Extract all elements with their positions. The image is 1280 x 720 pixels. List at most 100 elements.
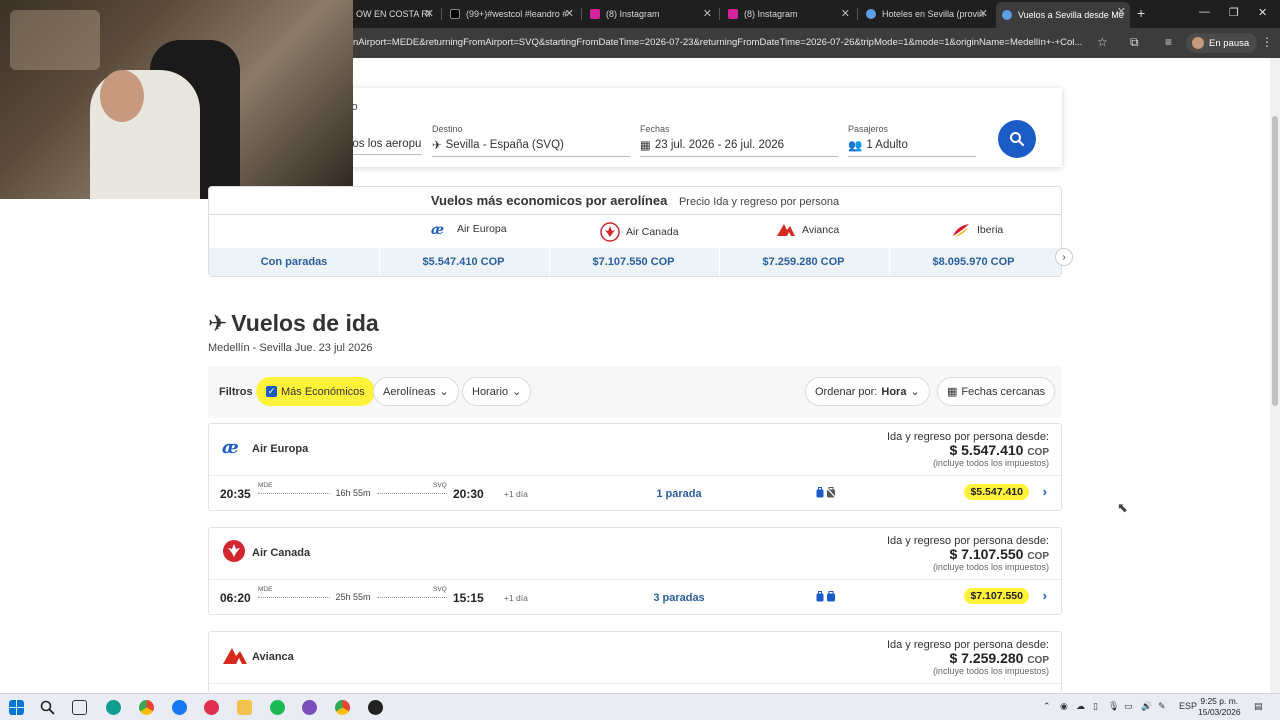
media-icon[interactable]: ≡ [1165, 35, 1172, 49]
microphone-icon[interactable]: 🎙 [1108, 701, 1119, 712]
filters-label: Filtros [219, 386, 253, 398]
extensions-icon[interactable]: ⧉ [1130, 35, 1139, 50]
passengers-input[interactable]: 👥 1 Adulto [848, 138, 976, 157]
svg-text:æ: æ [431, 222, 444, 236]
airline-name: Iberia [977, 224, 1004, 236]
volume-icon[interactable]: 🔊 [1141, 701, 1152, 712]
browser-tab-0[interactable]: OW EN COSTA RI ✕ [350, 4, 438, 24]
price-badge[interactable]: $7.107.550 [964, 588, 1029, 604]
close-icon[interactable]: ✕ [565, 7, 574, 20]
taxes-note: (incluye todos los impuestos) [932, 562, 1049, 572]
scrollbar-thumb[interactable] [1272, 116, 1278, 406]
airline-name: Air Canada [252, 547, 311, 559]
browser-tab-active[interactable]: Vuelos a Sevilla desde Me ✕ [996, 2, 1130, 28]
tab-label: (99+)#westcol #leandro # [466, 9, 568, 19]
edge-icon[interactable] [106, 700, 121, 715]
chrome-active-icon[interactable] [335, 700, 350, 715]
display-icon[interactable]: ▭ [1124, 701, 1133, 712]
file-explorer-icon[interactable] [237, 700, 252, 715]
destination-field[interactable]: Destino ✈ Sevilla - España (SVQ) [432, 124, 630, 157]
flight-card[interactable]: æ Air Europa Ida y regreso por persona d… [208, 423, 1062, 511]
page-scrollbar[interactable] [1270, 58, 1280, 693]
airline-header-avianca[interactable]: Avianca [776, 222, 839, 238]
language-indicator[interactable]: ESP [1179, 701, 1197, 711]
destination-input[interactable]: ✈ Sevilla - España (SVQ) [432, 138, 630, 157]
tab-separator [857, 8, 858, 20]
close-icon[interactable]: ✕ [979, 7, 988, 20]
close-icon[interactable]: ✕ [425, 7, 434, 20]
origin-field[interactable]: dos los aeropu [346, 124, 422, 155]
flight-card[interactable]: Avianca Ida y regreso por persona desde:… [208, 631, 1062, 693]
airlines-filter-dropdown[interactable]: Aerolíneas ⌄ [373, 377, 459, 406]
nearby-dates-button[interactable]: ▦ Fechas cercanas [937, 377, 1056, 406]
airline-table-subtitle: Precio Ida y regreso por persona [678, 196, 840, 208]
divider [209, 579, 1061, 580]
dates-field[interactable]: Fechas ▦ 23 jul. 2026 - 26 jul. 2026 [640, 124, 838, 157]
cheapest-filter-toggle[interactable]: ✓ Más Económicos [256, 377, 375, 406]
carry-on-bag-icon [816, 487, 824, 498]
airline-header-air-canada[interactable]: Air Canada [600, 222, 679, 242]
chevron-up-icon[interactable]: ⌃ [1043, 701, 1051, 712]
browser-tab-3[interactable]: (8) Instagram ✕ [722, 4, 854, 24]
origin-input[interactable]: dos los aeropu [346, 138, 422, 155]
windows-start-icon[interactable] [9, 700, 24, 715]
currency: COP [1027, 447, 1049, 458]
window-close-icon[interactable]: ✕ [1258, 6, 1267, 19]
task-view-icon[interactable] [72, 700, 87, 715]
obs-icon[interactable] [302, 700, 317, 715]
usb-icon[interactable]: ▯ [1093, 701, 1098, 712]
close-icon[interactable]: ✕ [703, 7, 712, 20]
url-text[interactable]: nAirport=MEDE&returningFromAirport=SVQ&s… [353, 37, 1091, 48]
chevron-right-icon[interactable]: › [1043, 588, 1047, 603]
restore-icon[interactable]: ❐ [1229, 6, 1239, 19]
section-title-text: Vuelos de ida [231, 310, 379, 336]
record-icon[interactable]: ◉ [1060, 701, 1068, 712]
schedule-filter-dropdown[interactable]: Horario ⌄ [462, 377, 532, 406]
new-tab-button[interactable]: + [1137, 5, 1145, 21]
chrome-icon[interactable] [139, 700, 154, 715]
divider [209, 683, 1061, 684]
minimize-icon[interactable]: — [1199, 6, 1210, 18]
chevron-right-icon[interactable]: › [1043, 484, 1047, 499]
app-icon[interactable] [204, 700, 219, 715]
taxes-note: (incluye todos los impuestos) [932, 666, 1049, 676]
stops-link[interactable]: 1 parada [619, 488, 739, 500]
airline-header-air-europa[interactable]: æ Air Europa [431, 222, 507, 236]
price-badge[interactable]: $5.547.410 [964, 484, 1029, 500]
close-icon[interactable]: ✕ [1117, 5, 1126, 18]
close-icon[interactable]: ✕ [841, 7, 850, 20]
price-cell-avianca[interactable]: $7.259.280 COP [719, 248, 887, 276]
price-cell-air-europa[interactable]: $5.547.410 COP [379, 248, 547, 276]
facebook-icon[interactable] [172, 700, 187, 715]
browser-tab-1[interactable]: (99+)#westcol #leandro # ✕ [444, 4, 578, 24]
more-menu-icon[interactable]: ⋮ [1261, 35, 1273, 49]
lamp-glow [10, 10, 100, 70]
price-cell-iberia[interactable]: $8.095.970 COP [889, 248, 1057, 276]
sort-dropdown[interactable]: Ordenar por: Hora ⌄ [805, 377, 930, 406]
flight-card[interactable]: Air Canada Ida y regreso por persona des… [208, 527, 1062, 615]
chevron-down-icon: ⌄ [910, 386, 920, 398]
profile-button[interactable]: En pausa [1186, 33, 1258, 53]
currency: COP [1027, 551, 1049, 562]
clock[interactable]: 9:25 p. m. 15/03/2026 [1198, 696, 1241, 718]
next-arrow-button[interactable]: › [1055, 248, 1073, 266]
app-icon[interactable] [368, 700, 383, 715]
spotify-icon[interactable] [270, 700, 285, 715]
airline-name: Avianca [802, 224, 840, 236]
passengers-field[interactable]: Pasajeros 👥 1 Adulto [848, 124, 976, 157]
browser-tab-2[interactable]: (8) Instagram ✕ [584, 4, 716, 24]
price-value: $ 5.547.410 [949, 442, 1024, 458]
airline-header-iberia[interactable]: Iberia [951, 222, 1003, 238]
cloud-icon[interactable]: ☁ [1076, 701, 1085, 712]
star-icon[interactable]: ☆ [1097, 35, 1108, 49]
price-cell-air-canada[interactable]: $7.107.550 COP [549, 248, 717, 276]
pen-icon[interactable]: ✎ [1158, 701, 1166, 712]
search-icon[interactable] [40, 700, 55, 715]
browser-tab-4[interactable]: Hoteles en Sevilla (provin ✕ [860, 4, 992, 24]
airline-name: Air Canada [626, 226, 679, 238]
search-button[interactable] [998, 120, 1036, 158]
checked-bag-crossed-icon [826, 487, 836, 498]
stops-link[interactable]: 3 paradas [619, 592, 739, 604]
notifications-icon[interactable]: ▤ [1254, 701, 1263, 712]
dates-input[interactable]: ▦ 23 jul. 2026 - 26 jul. 2026 [640, 138, 838, 157]
